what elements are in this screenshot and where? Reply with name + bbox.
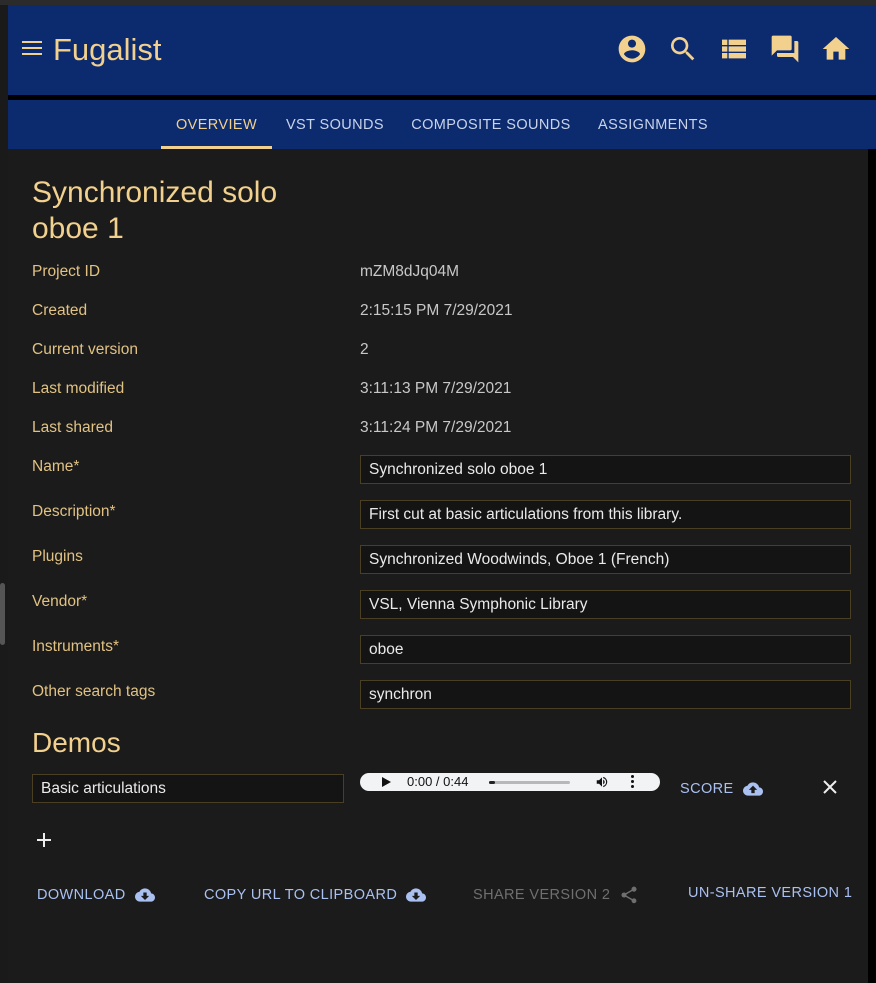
- created-value: 2:15:15 PM 7/29/2021: [360, 302, 513, 319]
- project-id-label: Project ID: [32, 263, 101, 280]
- home-icon[interactable]: [820, 33, 852, 65]
- demo-name-field[interactable]: [32, 774, 344, 803]
- project-overview: Synchronized solo oboe 1 Project ID mZM8…: [8, 149, 868, 983]
- score-label: SCORE: [680, 781, 734, 797]
- cloud-download-icon: [406, 888, 427, 902]
- tab-vst-sounds[interactable]: VST SOUNDS: [272, 100, 398, 149]
- current-version-value: 2: [360, 341, 369, 358]
- search-tags-field[interactable]: [360, 680, 851, 709]
- page-title: Synchronized solo oboe 1: [32, 176, 278, 245]
- instruments-label: Instruments*: [32, 638, 120, 655]
- instruments-field[interactable]: [360, 635, 851, 664]
- audio-progress: [489, 781, 495, 784]
- unshare-version-label: UN-SHARE VERSION 1: [688, 885, 853, 901]
- play-icon[interactable]: [382, 777, 391, 787]
- project-id-value: mZM8dJq04M: [360, 263, 460, 280]
- list-icon[interactable]: [718, 33, 750, 65]
- last-modified-value: 3:11:13 PM 7/29/2021: [360, 380, 512, 397]
- share-icon: [621, 886, 637, 904]
- vendor-label: Vendor*: [32, 593, 88, 610]
- audio-player: 0:00 / 0:44: [360, 773, 660, 791]
- close-icon[interactable]: [822, 779, 838, 795]
- forum-icon[interactable]: [769, 33, 801, 65]
- tab-bar: OVERVIEW VST SOUNDS COMPOSITE SOUNDS ASS…: [8, 100, 876, 149]
- account-icon[interactable]: [616, 33, 648, 65]
- name-field[interactable]: [360, 455, 851, 484]
- plugins-label: Plugins: [32, 548, 83, 565]
- cloud-upload-icon: [742, 782, 763, 796]
- tab-composite-sounds[interactable]: COMPOSITE SOUNDS: [398, 100, 584, 149]
- vendor-field[interactable]: [360, 590, 851, 619]
- download-button[interactable]: DOWNLOAD: [37, 885, 155, 905]
- unshare-version-button[interactable]: UN-SHARE VERSION 1: [688, 885, 852, 901]
- copy-url-label: COPY URL TO CLIPBOARD: [204, 887, 398, 903]
- download-label: DOWNLOAD: [37, 887, 126, 903]
- current-version-label: Current version: [32, 341, 138, 358]
- cloud-download-icon: [134, 888, 155, 902]
- name-label: Name*: [32, 458, 80, 475]
- volume-icon[interactable]: [594, 775, 610, 789]
- share-version-button[interactable]: SHARE VERSION 2: [473, 885, 639, 905]
- search-tags-label: Other search tags: [32, 683, 156, 700]
- app-bar-actions: [616, 33, 852, 65]
- created-label: Created: [32, 302, 88, 319]
- score-upload-button[interactable]: SCORE: [680, 779, 763, 799]
- search-icon[interactable]: [667, 33, 699, 65]
- plugins-field[interactable]: [360, 545, 851, 574]
- app-bar: Fugalist: [8, 5, 876, 95]
- audio-seek-bar[interactable]: [489, 781, 570, 784]
- tab-assignments[interactable]: ASSIGNMENTS: [584, 100, 722, 149]
- last-shared-value: 3:11:24 PM 7/29/2021: [360, 419, 512, 436]
- description-field[interactable]: [360, 500, 851, 529]
- copy-url-button[interactable]: COPY URL TO CLIPBOARD: [204, 885, 427, 905]
- share-version-label: SHARE VERSION 2: [473, 887, 611, 903]
- last-modified-label: Last modified: [32, 380, 125, 397]
- menu-icon[interactable]: [22, 38, 42, 60]
- audio-time: 0:00 / 0:44: [407, 774, 469, 789]
- description-label: Description*: [32, 503, 116, 520]
- app-title[interactable]: Fugalist: [53, 32, 162, 68]
- demos-heading: Demos: [32, 727, 121, 758]
- last-shared-label: Last shared: [32, 419, 113, 436]
- left-edge: [0, 5, 8, 983]
- scrollbar-thumb[interactable]: [0, 583, 5, 645]
- tab-overview[interactable]: OVERVIEW: [161, 100, 272, 149]
- add-demo-icon[interactable]: [36, 832, 52, 848]
- more-options-icon[interactable]: [631, 775, 635, 789]
